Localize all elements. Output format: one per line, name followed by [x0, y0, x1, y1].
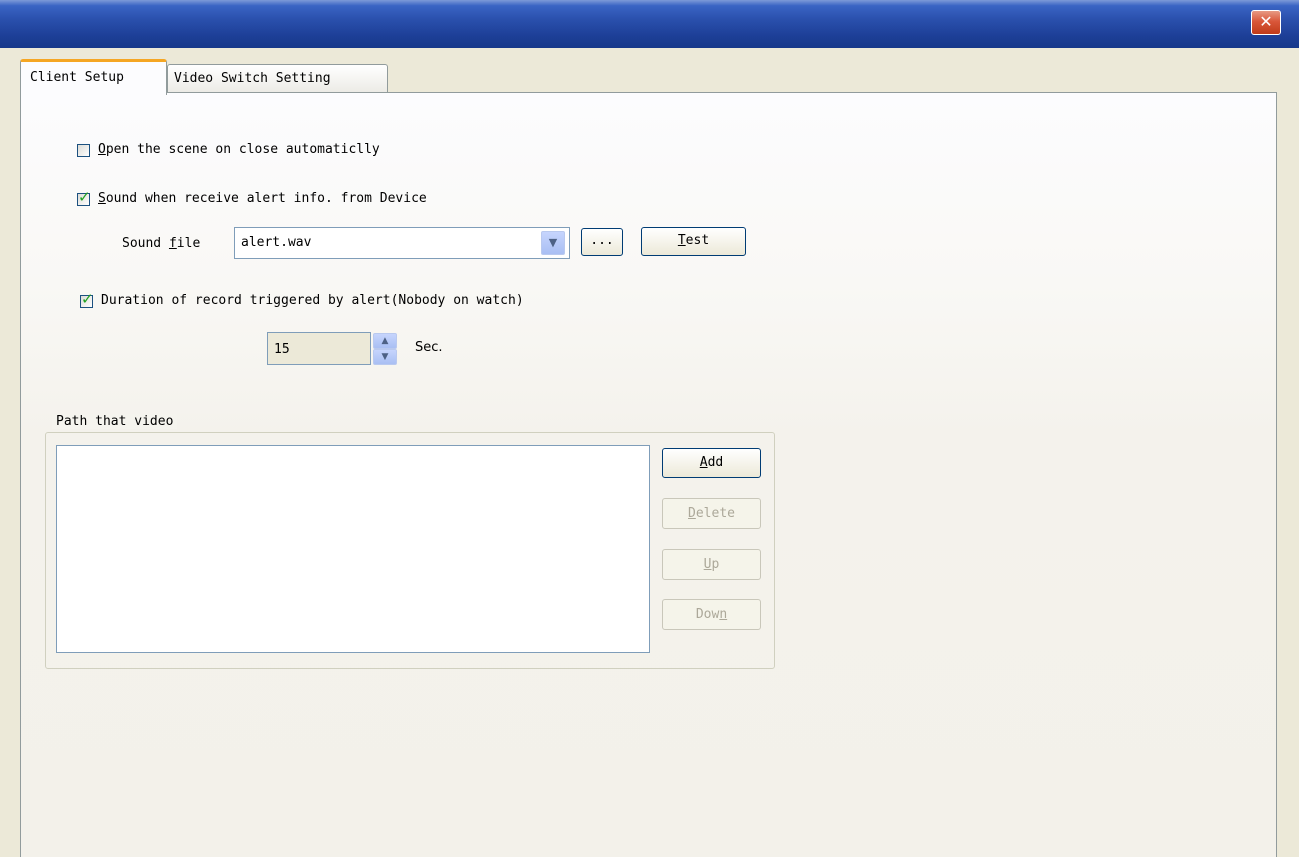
sound-alert-label-mnemonic: S — [98, 191, 106, 206]
up-label-rest: p — [711, 557, 720, 572]
open-scene-label-mnemonic: O — [98, 142, 106, 157]
tab-video-switch-setting[interactable]: Video Switch Setting — [167, 64, 388, 92]
duration-unit: Sec. — [415, 340, 443, 355]
sound-alert-checkbox[interactable]: ✓ — [77, 188, 91, 206]
delete-label-mnemonic: D — [688, 506, 696, 521]
sound-file-label: Sound file — [122, 236, 201, 251]
open-scene-label[interactable]: Open the scene on close automaticlly — [98, 142, 380, 157]
window-frame-right — [1291, 48, 1299, 857]
tab-label: Client Setup — [30, 70, 124, 85]
arrow-up-icon[interactable]: ▲ — [373, 333, 397, 349]
duration-label[interactable]: Duration of record triggered by alert(No… — [101, 293, 524, 308]
sound-file-label-mnemonic: f — [168, 236, 177, 251]
checkmark-icon: ✓ — [81, 290, 94, 308]
title-bar: ✕ — [0, 0, 1299, 48]
chevron-down-icon[interactable]: ▼ — [541, 231, 565, 255]
browse-button[interactable]: ... — [581, 228, 623, 256]
down-button[interactable]: Down — [662, 599, 761, 630]
delete-label-rest: elete — [695, 506, 735, 521]
duration-value: 15 — [274, 342, 290, 357]
sound-file-value: alert.wav — [241, 235, 312, 250]
add-button[interactable]: Add — [662, 448, 761, 478]
tab-client-setup[interactable]: Client Setup — [20, 59, 167, 95]
path-listbox[interactable] — [56, 445, 650, 653]
test-button[interactable]: Test — [641, 227, 746, 256]
up-button[interactable]: Up — [662, 549, 761, 580]
close-button[interactable]: ✕ — [1251, 10, 1281, 35]
add-label-mnemonic: A — [699, 455, 708, 470]
path-group-title: Path that video — [52, 414, 178, 429]
checkmark-icon: ✓ — [78, 188, 91, 206]
window-frame-left — [0, 48, 8, 857]
arrow-down-icon[interactable]: ▼ — [373, 349, 397, 365]
test-label-rest: est — [685, 233, 710, 248]
duration-checkbox[interactable]: ✓ — [80, 290, 94, 308]
sound-alert-label[interactable]: Sound when receive alert info. from Devi… — [98, 191, 427, 206]
browse-label: ... — [590, 233, 614, 248]
tab-label: Video Switch Setting — [174, 71, 331, 86]
duration-input[interactable]: 15 — [267, 332, 371, 365]
test-label-mnemonic: T — [677, 233, 686, 248]
up-label-mnemonic: U — [703, 557, 712, 572]
down-label-rest: Dow — [695, 607, 720, 622]
add-label-rest: dd — [707, 455, 724, 470]
delete-button[interactable]: Delete — [662, 498, 761, 529]
sound-alert-label-rest: ound when receive alert info. from Devic… — [105, 191, 427, 206]
open-scene-label-rest: pen the scene on close automaticlly — [105, 142, 380, 157]
open-scene-checkbox[interactable] — [77, 144, 90, 157]
down-label-mnemonic: n — [719, 607, 728, 622]
close-icon: ✕ — [1259, 12, 1273, 31]
sound-file-combo[interactable]: alert.wav ▼ — [234, 227, 570, 259]
